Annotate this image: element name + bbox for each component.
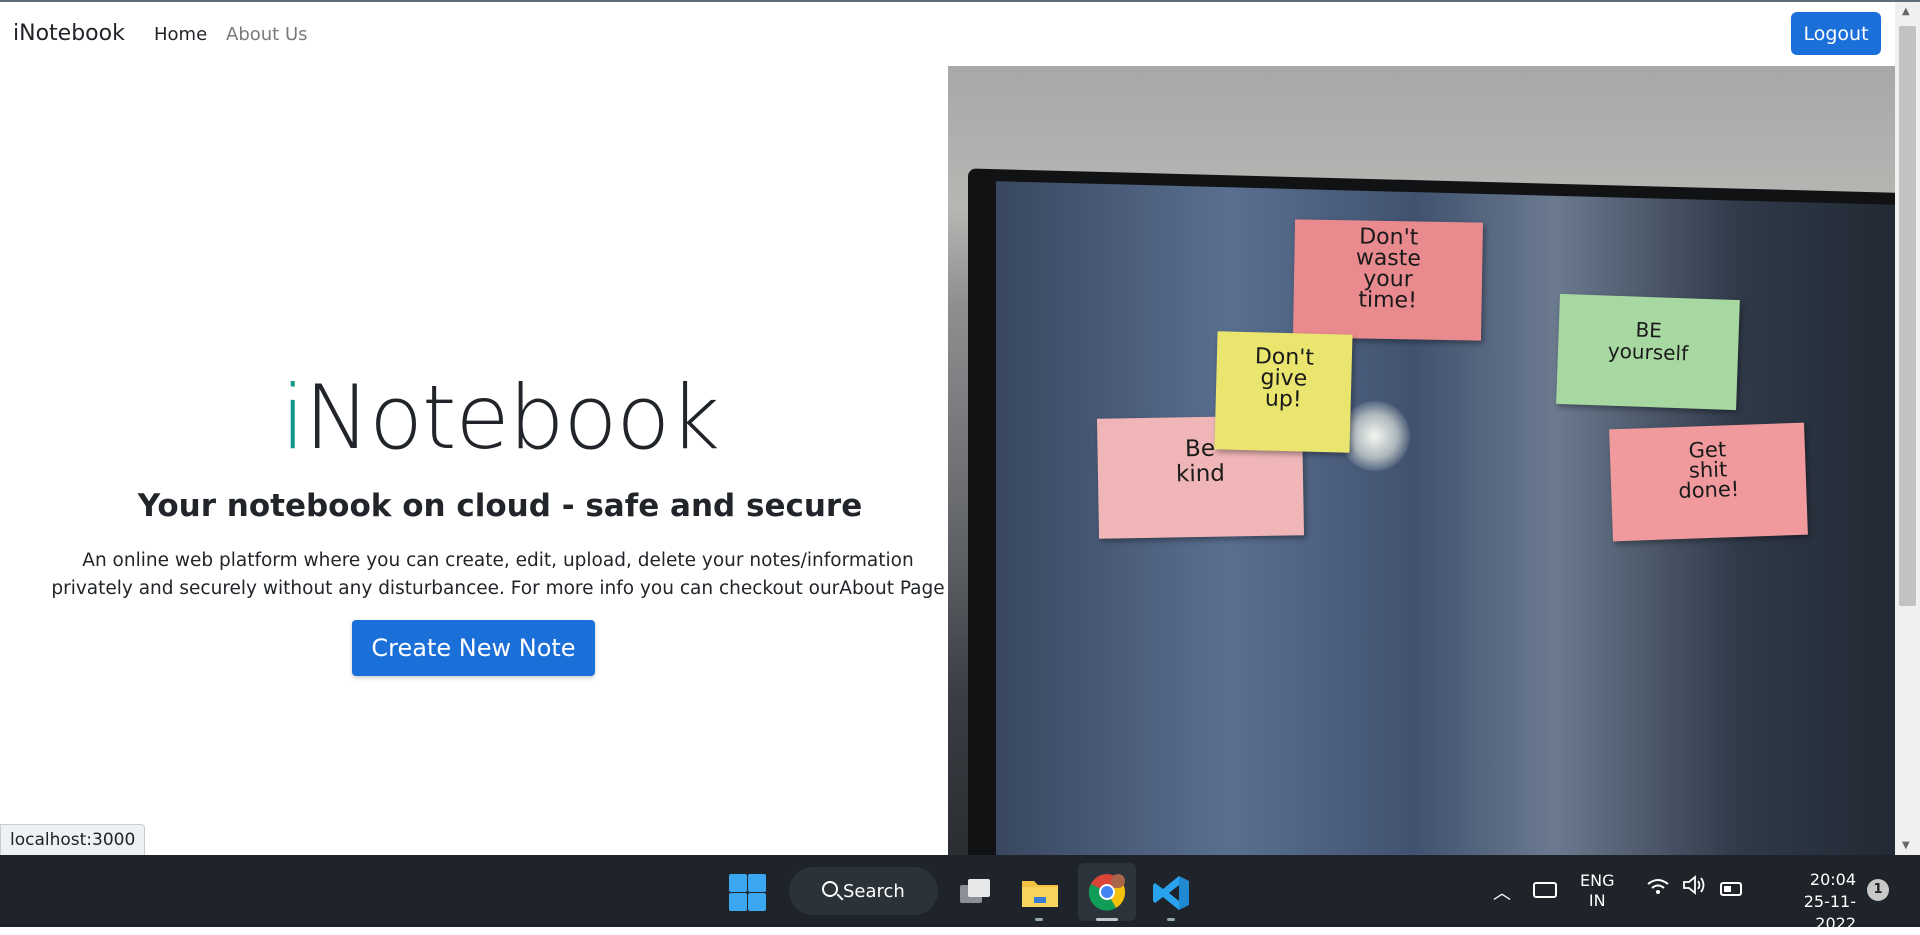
hero-image: Don't waste your time! Be kind Don't giv… <box>948 66 1895 855</box>
chrome-active-indicator <box>1096 918 1118 921</box>
language-indicator[interactable]: ENG IN <box>1580 871 1614 911</box>
sticky-note-dont-waste: Don't waste your time! <box>1292 219 1484 341</box>
scroll-up-arrow-icon[interactable]: ▲ <box>1902 6 1910 17</box>
file-explorer-running-indicator <box>1035 918 1043 921</box>
chrome-icon[interactable] <box>1078 863 1136 921</box>
vertical-scrollbar[interactable]: ▲ ▼ <box>1895 2 1920 855</box>
note-line: up! <box>1264 386 1302 413</box>
create-new-note-button[interactable]: Create New Note <box>352 620 595 676</box>
hero-description: An online web platform where you can cre… <box>51 550 945 599</box>
language-line-2: IN <box>1588 891 1606 910</box>
note-line: time! <box>1358 287 1418 314</box>
hero-title: iNotebook <box>0 366 1000 469</box>
sticky-note-get-done: Get shit done! <box>1609 422 1808 542</box>
notification-badge[interactable]: 1 <box>1867 879 1889 901</box>
browser-viewport: iNotebook Home About Us Logout iNotebook… <box>0 0 1920 855</box>
task-view-icon[interactable] <box>956 873 994 911</box>
nav-link-home[interactable]: Home <box>154 24 207 45</box>
hero-title-rest: Notebook <box>304 366 720 469</box>
windows-start-icon[interactable] <box>727 872 767 912</box>
link-status-bubble: localhost:3000 <box>0 824 146 855</box>
language-line-1: ENG <box>1580 871 1615 890</box>
nav-link-about-us[interactable]: About Us <box>226 24 308 45</box>
search-label: Search <box>843 880 905 902</box>
sticky-note-dont-give-up: Don't give up! <box>1214 331 1353 453</box>
scroll-down-arrow-icon[interactable]: ▼ <box>1902 840 1910 851</box>
hero-title-accent: i <box>280 366 305 469</box>
scrollbar-thumb[interactable] <box>1899 26 1916 606</box>
clock-time: 20:04 <box>1809 870 1856 889</box>
logout-button[interactable]: Logout <box>1791 12 1881 55</box>
hero-text-section: iNotebook Your notebook on cloud - safe … <box>0 66 948 855</box>
search-icon <box>822 881 838 897</box>
system-clock[interactable]: 20:04 25-11-2022 <box>1766 869 1856 935</box>
navbar: iNotebook Home About Us Logout <box>0 2 1895 66</box>
windows-taskbar: Search ︿ ENG IN 20:04 25-11-2022 1 <box>0 855 1920 933</box>
vscode-running-indicator <box>1167 918 1175 921</box>
volume-icon[interactable] <box>1682 875 1706 901</box>
keyboard-icon[interactable] <box>1533 882 1557 898</box>
clock-date: 25-11-2022 <box>1803 892 1856 933</box>
hero-tagline: Your notebook on cloud - safe and secure <box>137 488 863 524</box>
note-line: kind <box>1175 460 1226 488</box>
battery-icon[interactable] <box>1720 882 1742 896</box>
file-explorer-icon[interactable] <box>1020 874 1060 910</box>
taskbar-search-box[interactable]: Search <box>789 867 938 915</box>
sticky-note-be-yourself: BE yourself <box>1556 293 1740 411</box>
chevron-up-icon[interactable]: ︿ <box>1493 879 1511 905</box>
navbar-brand[interactable]: iNotebook <box>13 21 125 46</box>
wifi-icon[interactable] <box>1647 877 1669 901</box>
vscode-icon[interactable] <box>1150 872 1192 914</box>
